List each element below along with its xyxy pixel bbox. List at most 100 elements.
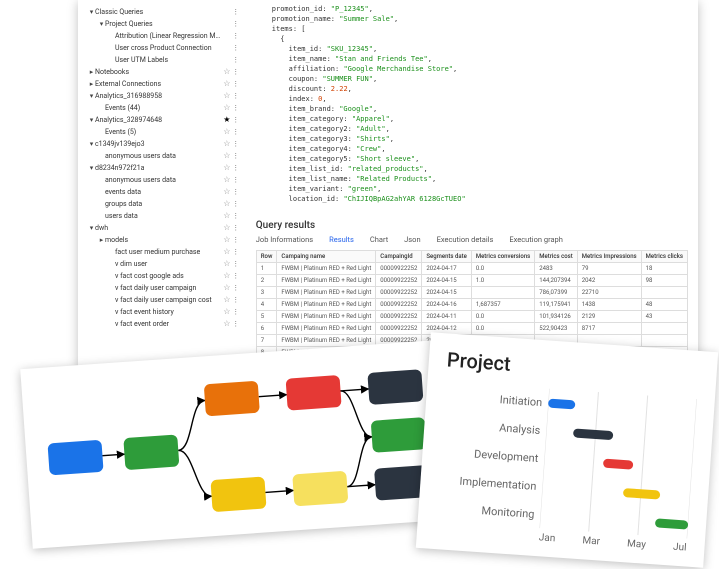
star-icon[interactable]: ☆ <box>222 138 232 150</box>
tree-item[interactable]: Events (5)☆⋮ <box>88 126 240 138</box>
tree-item[interactable]: ▾Analytics_328974648★⋮ <box>88 114 240 126</box>
tree-item[interactable]: ▾c1349jv139ejo3☆⋮ <box>88 138 240 150</box>
tree-item[interactable]: v fact daily user campaign☆⋮ <box>88 282 240 294</box>
more-icon[interactable]: ⋮ <box>232 270 240 282</box>
star-icon[interactable]: ☆ <box>222 270 232 282</box>
more-icon[interactable]: ⋮ <box>232 138 240 150</box>
star-icon[interactable]: ☆ <box>222 150 232 162</box>
tree-item[interactable]: User UTM Labels⋮ <box>88 54 240 66</box>
tree-item[interactable]: users data☆⋮ <box>88 210 240 222</box>
diagram-node[interactable] <box>47 440 103 476</box>
star-icon[interactable]: ☆ <box>222 258 232 270</box>
more-icon[interactable]: ⋮ <box>232 198 240 210</box>
table-row[interactable]: 2FWBM | Platinum RED + Red Light00009922… <box>256 275 687 287</box>
more-icon[interactable]: ⋮ <box>232 90 240 102</box>
tree-item[interactable]: anonymous users data☆⋮ <box>88 150 240 162</box>
more-icon[interactable]: ⋮ <box>232 162 240 174</box>
results-tab[interactable]: Job Informations <box>256 235 313 244</box>
tree-item[interactable]: fact user medium purchase☆⋮ <box>88 246 240 258</box>
more-icon[interactable]: ⋮ <box>232 102 240 114</box>
tree-item[interactable]: anonymous users data☆⋮ <box>88 174 240 186</box>
sidebar-tree[interactable]: ▾Classic Queries⋮▾Project Queries⋮Attrib… <box>78 0 246 368</box>
results-tab[interactable]: Results <box>329 235 354 244</box>
star-icon[interactable]: ☆ <box>222 186 232 198</box>
tree-item[interactable]: ▾Classic Queries⋮ <box>88 6 240 18</box>
tree-item[interactable]: v fact event history☆⋮ <box>88 306 240 318</box>
star-icon[interactable]: ☆ <box>222 174 232 186</box>
more-icon[interactable]: ⋮ <box>232 282 240 294</box>
results-tab[interactable]: Chart <box>370 235 388 244</box>
tree-item[interactable]: groups data☆⋮ <box>88 198 240 210</box>
tree-item[interactable]: ▸Notebooks☆⋮ <box>88 66 240 78</box>
more-icon[interactable]: ⋮ <box>232 186 240 198</box>
more-icon[interactable]: ⋮ <box>232 150 240 162</box>
tree-item[interactable]: ▾d8234n972f21a☆⋮ <box>88 162 240 174</box>
star-icon[interactable]: ☆ <box>222 90 232 102</box>
gantt-row-label: Development <box>440 445 539 465</box>
tree-item[interactable]: User cross Product Connection⋮ <box>88 42 240 54</box>
more-icon[interactable]: ⋮ <box>232 210 240 222</box>
star-icon[interactable]: ☆ <box>222 126 232 138</box>
star-icon[interactable]: ☆ <box>222 102 232 114</box>
star-icon[interactable]: ☆ <box>222 162 232 174</box>
more-icon[interactable]: ⋮ <box>232 6 240 18</box>
star-icon[interactable]: ☆ <box>222 78 232 90</box>
star-icon[interactable]: ☆ <box>222 222 232 234</box>
star-icon[interactable]: ★ <box>222 114 232 126</box>
more-icon[interactable]: ⋮ <box>232 114 240 126</box>
tree-item[interactable]: v fact event order☆⋮ <box>88 318 240 330</box>
table-row[interactable]: 1FWBM | Platinum RED + Red Light00009922… <box>256 263 687 275</box>
table-row[interactable]: 5FWBM | Platinum RED + Red Light00009922… <box>256 311 687 323</box>
more-icon[interactable]: ⋮ <box>232 246 240 258</box>
more-icon[interactable]: ⋮ <box>232 42 240 54</box>
tree-item[interactable]: ▸models☆⋮ <box>88 234 240 246</box>
table-row[interactable]: 4FWBM | Platinum RED + Red Light00009922… <box>256 299 687 311</box>
star-icon[interactable]: ☆ <box>222 66 232 78</box>
star-icon[interactable]: ☆ <box>222 282 232 294</box>
more-icon[interactable]: ⋮ <box>232 294 240 306</box>
more-icon[interactable]: ⋮ <box>232 66 240 78</box>
table-row[interactable]: 6FWBM | Platinum RED + Red Light00009922… <box>256 323 687 335</box>
tree-item[interactable]: v dim user☆⋮ <box>88 258 240 270</box>
more-icon[interactable]: ⋮ <box>232 174 240 186</box>
tree-item[interactable]: ▾dwh☆⋮ <box>88 222 240 234</box>
tree-item[interactable]: v fact cost google ads☆⋮ <box>88 270 240 282</box>
star-icon[interactable]: ☆ <box>222 306 232 318</box>
more-icon[interactable]: ⋮ <box>232 318 240 330</box>
diagram-node[interactable] <box>204 381 260 417</box>
more-icon[interactable]: ⋮ <box>232 30 240 42</box>
more-icon[interactable]: ⋮ <box>232 54 240 66</box>
star-icon[interactable]: ☆ <box>222 246 232 258</box>
gantt-bar[interactable] <box>548 398 575 409</box>
diagram-node[interactable] <box>292 471 348 507</box>
diagram-node[interactable] <box>286 375 342 411</box>
results-tab[interactable]: Execution details <box>437 235 494 244</box>
table-row[interactable]: 3FWBM | Platinum RED + Red Light00009922… <box>256 287 687 299</box>
tree-item[interactable]: ▾Analytics_316988958☆⋮ <box>88 90 240 102</box>
more-icon[interactable]: ⋮ <box>232 78 240 90</box>
query-results-tabs[interactable]: Job Informations Results Chart Json Executio… <box>256 235 688 244</box>
results-tab[interactable]: Execution graph <box>509 235 563 244</box>
diagram-node[interactable] <box>367 369 423 405</box>
star-icon[interactable]: ☆ <box>222 234 232 246</box>
tree-item[interactable]: ▸External Connections☆⋮ <box>88 78 240 90</box>
tree-item[interactable]: Events (44)☆⋮ <box>88 102 240 114</box>
star-icon[interactable]: ☆ <box>222 294 232 306</box>
more-icon[interactable]: ⋮ <box>232 18 240 30</box>
diagram-node[interactable] <box>123 434 179 470</box>
more-icon[interactable]: ⋮ <box>232 126 240 138</box>
star-icon[interactable]: ☆ <box>222 210 232 222</box>
star-icon[interactable]: ☆ <box>222 198 232 210</box>
tree-item[interactable]: events data☆⋮ <box>88 186 240 198</box>
more-icon[interactable]: ⋮ <box>232 306 240 318</box>
tree-item[interactable]: v fact daily user campaign cost☆⋮ <box>88 294 240 306</box>
results-tab[interactable]: Json <box>404 235 420 244</box>
more-icon[interactable]: ⋮ <box>232 258 240 270</box>
diagram-node[interactable] <box>371 417 427 453</box>
more-icon[interactable]: ⋮ <box>232 222 240 234</box>
more-icon[interactable]: ⋮ <box>232 234 240 246</box>
tree-item[interactable]: Attribution (Linear Regression Model)⋮ <box>88 30 240 42</box>
diagram-node[interactable] <box>210 476 266 512</box>
star-icon[interactable]: ☆ <box>222 318 232 330</box>
tree-item[interactable]: ▾Project Queries⋮ <box>88 18 240 30</box>
